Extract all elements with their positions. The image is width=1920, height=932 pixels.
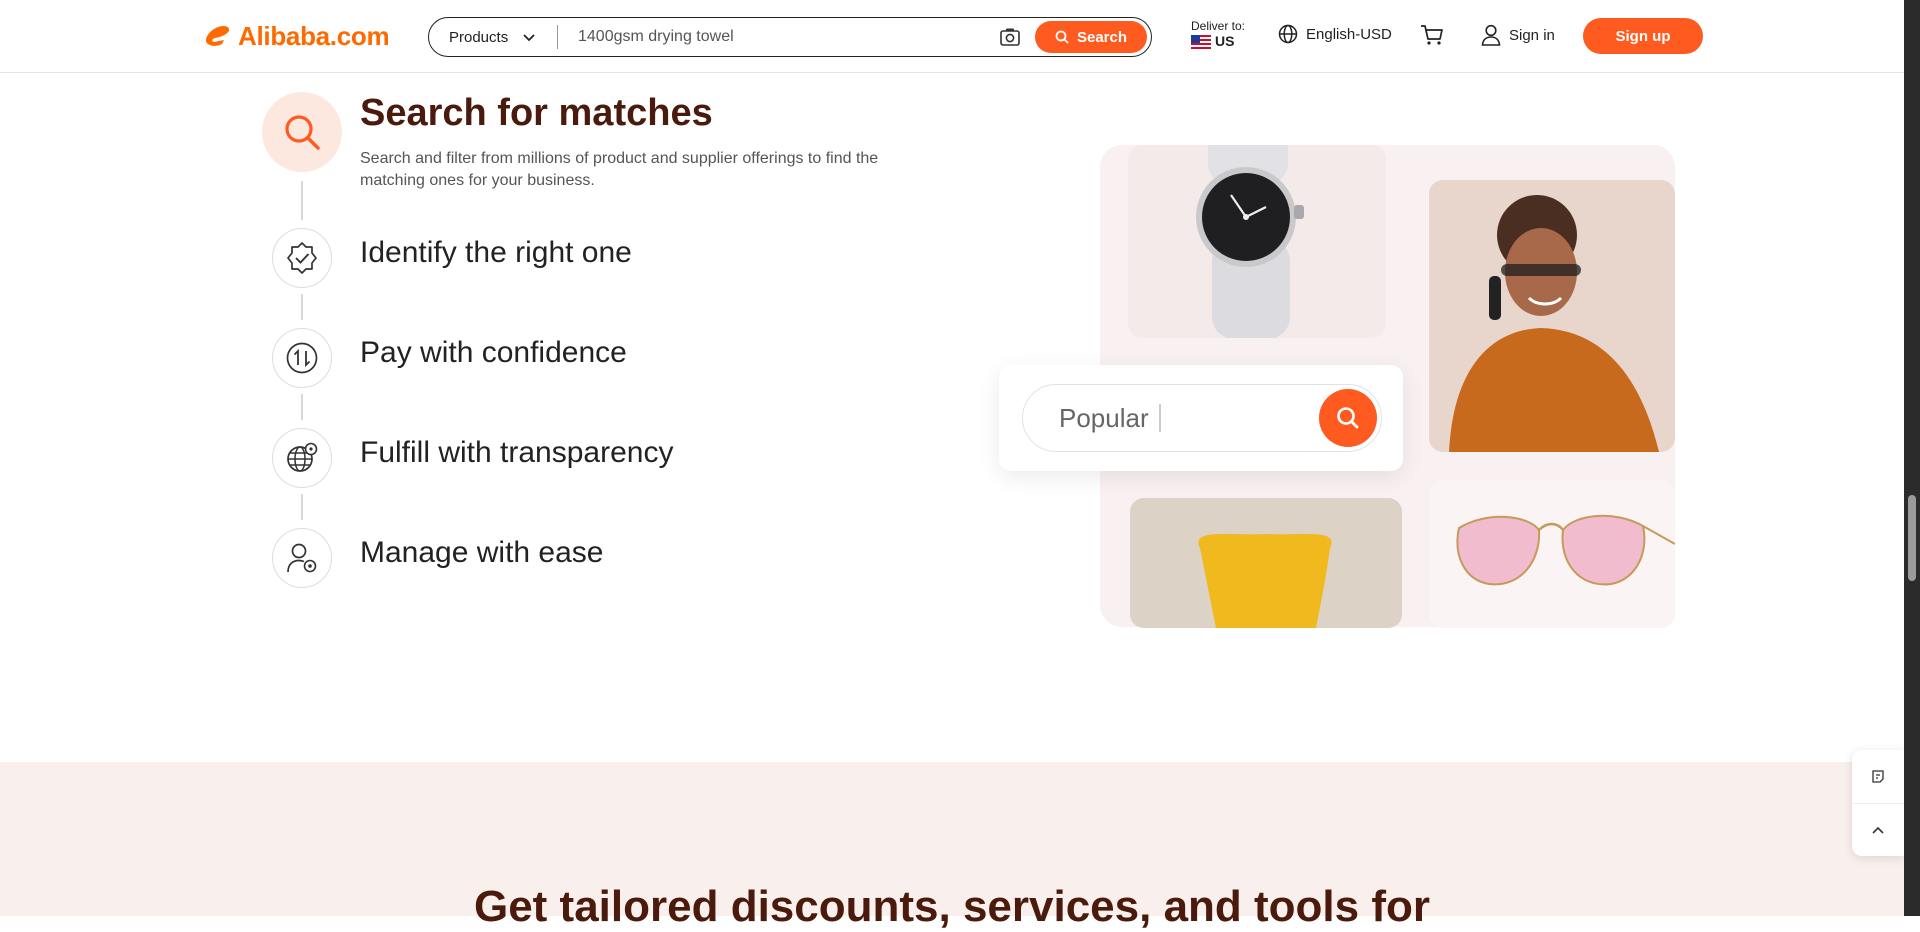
us-flag-icon bbox=[1191, 34, 1211, 49]
step-title: Fulfill with transparency bbox=[360, 436, 674, 469]
smartwatch-image bbox=[1128, 145, 1386, 338]
pink-sunglasses-image bbox=[1429, 480, 1675, 628]
tailored-discounts-section: Get tailored discounts, services, and to… bbox=[0, 762, 1904, 931]
cart-icon[interactable] bbox=[1420, 24, 1444, 51]
deliver-to-label: Deliver to: bbox=[1191, 19, 1246, 33]
step-title: Pay with confidence bbox=[360, 336, 627, 369]
image-search-camera-icon[interactable] bbox=[997, 24, 1023, 50]
step-connector bbox=[301, 181, 303, 220]
illustration-search-placeholder: Popular bbox=[1059, 402, 1149, 433]
deliver-country: US bbox=[1215, 33, 1235, 49]
illustration-search-popup: Popular bbox=[999, 365, 1403, 471]
language-label: English-USD bbox=[1306, 25, 1392, 43]
user-settings-icon bbox=[272, 528, 332, 588]
illustration-collage: Popular bbox=[985, 100, 1675, 630]
verified-badge-icon bbox=[272, 228, 332, 288]
search-input[interactable] bbox=[558, 28, 997, 46]
step-connector bbox=[301, 494, 303, 520]
language-currency-selector[interactable]: English-USD bbox=[1278, 24, 1392, 44]
alibaba-logo[interactable]: Alibaba.com bbox=[202, 20, 390, 52]
chevron-down-icon bbox=[523, 34, 535, 42]
top-header: Alibaba.com Products Search Delive bbox=[0, 0, 1904, 73]
step-title: Search for matches bbox=[360, 92, 713, 134]
floating-tools-panel bbox=[1852, 750, 1904, 856]
step-connector bbox=[301, 294, 303, 320]
sign-in-link[interactable]: Sign in bbox=[1481, 24, 1555, 46]
step-description: Search and filter from millions of produ… bbox=[360, 150, 879, 189]
search-icon bbox=[262, 92, 342, 172]
scrollbar-thumb[interactable] bbox=[1908, 495, 1916, 581]
page-scrollbar[interactable] bbox=[1904, 0, 1920, 916]
search-icon bbox=[1319, 389, 1377, 447]
search-icon bbox=[1055, 30, 1069, 44]
payment-exchange-icon bbox=[272, 328, 332, 388]
illustration-search-field: Popular bbox=[1022, 384, 1382, 452]
alibaba-logo-mark-icon bbox=[206, 26, 230, 46]
search-button[interactable]: Search bbox=[1035, 21, 1147, 53]
step-connector bbox=[301, 394, 303, 420]
sign-up-button[interactable]: Sign up bbox=[1583, 18, 1703, 54]
step-title: Identify the right one bbox=[360, 236, 632, 269]
search-category-label: Products bbox=[449, 28, 509, 46]
feedback-icon[interactable] bbox=[1852, 750, 1904, 803]
search-category-dropdown[interactable]: Products bbox=[429, 29, 557, 46]
globe-icon bbox=[272, 428, 332, 488]
sign-in-label: Sign in bbox=[1509, 26, 1555, 44]
yellow-chair-image bbox=[1130, 498, 1402, 628]
search-bar: Products Search bbox=[428, 17, 1152, 57]
section-heading: Get tailored discounts, services, and to… bbox=[473, 882, 1430, 931]
deliver-to-selector[interactable]: Deliver to: US bbox=[1191, 19, 1245, 49]
step-title: Manage with ease bbox=[360, 536, 604, 569]
logo-text: Alibaba.com bbox=[238, 20, 390, 51]
user-icon bbox=[1481, 24, 1501, 46]
back-to-top-icon[interactable] bbox=[1852, 803, 1904, 856]
globe-icon bbox=[1278, 24, 1298, 44]
search-button-label: Search bbox=[1076, 28, 1128, 46]
woman-on-phone-image bbox=[1429, 180, 1675, 452]
text-caret bbox=[1158, 404, 1161, 432]
